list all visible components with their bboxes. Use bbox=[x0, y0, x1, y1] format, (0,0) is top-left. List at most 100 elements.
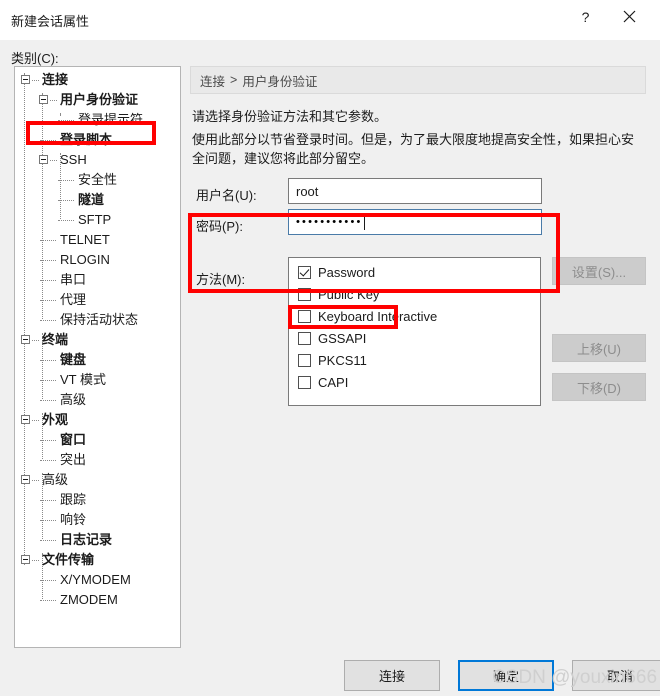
tree-item[interactable]: 用户身份验证 bbox=[60, 93, 138, 107]
tree-expander-icon[interactable] bbox=[21, 335, 30, 344]
checkbox-icon[interactable] bbox=[298, 332, 311, 345]
tree-connector bbox=[40, 140, 56, 141]
tree-item[interactable]: RLOGIN bbox=[60, 253, 110, 267]
tree-item[interactable]: 代理 bbox=[60, 293, 86, 307]
tree-item[interactable]: VT 模式 bbox=[60, 373, 106, 387]
tree-item[interactable]: 跟踪 bbox=[60, 493, 86, 507]
auth-method-row[interactable]: Keyboard Interactive bbox=[298, 308, 437, 325]
tree-expander-icon[interactable] bbox=[21, 555, 30, 564]
tree-connector bbox=[32, 80, 39, 81]
username-input[interactable]: root bbox=[288, 178, 542, 204]
tree-connector bbox=[40, 600, 56, 601]
description-line-2: 使用此部分以节省登录时间。但是，为了最大限度地提高安全性，如果担心安全问题，建议… bbox=[192, 132, 635, 166]
password-input[interactable]: ••••••••••• bbox=[288, 209, 542, 235]
tree-expander-icon[interactable] bbox=[39, 95, 48, 104]
tree-connector bbox=[32, 420, 39, 421]
tree-connector bbox=[40, 400, 56, 401]
tree-connector bbox=[40, 280, 56, 281]
tree-connector bbox=[40, 440, 56, 441]
tree-item[interactable]: 响铃 bbox=[60, 513, 86, 527]
tree-guide-line bbox=[42, 93, 43, 319]
tree-connector bbox=[58, 120, 74, 121]
tree-item[interactable]: 串口 bbox=[60, 273, 86, 287]
text-caret bbox=[363, 214, 365, 230]
auth-method-label: Password bbox=[318, 265, 376, 280]
auth-methods-list[interactable]: Password Public Key Keyboard Interactive GS… bbox=[288, 257, 541, 406]
tree-item[interactable]: 登录脚本 bbox=[60, 133, 112, 147]
tree-connector bbox=[40, 240, 56, 241]
tree-item[interactable]: 保持活动状态 bbox=[60, 313, 138, 327]
username-label: 用户名(U): bbox=[196, 188, 257, 203]
tree-item[interactable]: 窗口 bbox=[60, 433, 86, 447]
connect-button[interactable]: 连接 bbox=[344, 660, 440, 691]
move-up-button[interactable]: 上移(U) bbox=[552, 334, 646, 362]
tree-connector bbox=[58, 220, 74, 221]
auth-method-row[interactable]: Public Key bbox=[298, 286, 379, 303]
tree-connector bbox=[32, 560, 39, 561]
auth-method-row[interactable]: GSSAPI bbox=[298, 330, 366, 347]
breadcrumb-current: 用户身份验证 bbox=[242, 74, 318, 89]
tree-connector bbox=[50, 160, 57, 161]
auth-method-label: Public Key bbox=[318, 287, 380, 302]
tree-item[interactable]: 外观 bbox=[42, 413, 68, 427]
tree-item[interactable]: 文件传输 bbox=[42, 553, 94, 567]
dialog-body: 类别(C): 连接 用户身份验证 登录提示符 登录脚本 SSH 安全性 隧道 SFTP TELN… bbox=[0, 40, 660, 656]
auth-method-label: PKCS11 bbox=[318, 353, 367, 368]
breadcrumb: 连接 > 用户身份验证 bbox=[190, 66, 646, 94]
tree-item[interactable]: 隧道 bbox=[78, 193, 104, 207]
tree-item[interactable]: 高级 bbox=[42, 473, 68, 487]
tree-item[interactable]: 安全性 bbox=[78, 173, 117, 187]
checkbox-icon[interactable] bbox=[298, 288, 311, 301]
ok-button[interactable]: 确定 bbox=[458, 660, 554, 691]
checkbox-icon[interactable] bbox=[298, 376, 311, 389]
tree-item[interactable]: X/YMODEM bbox=[60, 573, 131, 587]
auth-method-row[interactable]: Password bbox=[298, 264, 375, 281]
tree-item[interactable]: SFTP bbox=[78, 213, 111, 227]
tree-connector bbox=[40, 500, 56, 501]
dialog-footer: 连接 确定 取消 bbox=[0, 656, 660, 696]
tree-expander-icon[interactable] bbox=[21, 75, 30, 84]
tree-item[interactable]: 终端 bbox=[42, 333, 68, 347]
tree-item[interactable]: ZMODEM bbox=[60, 593, 118, 607]
move-down-button[interactable]: 下移(D) bbox=[552, 373, 646, 401]
tree-connector bbox=[40, 380, 56, 381]
settings-button[interactable]: 设置(S)... bbox=[552, 257, 646, 285]
category-tree[interactable]: 连接用户身份验证登录提示符登录脚本 SSH 安全性隧道 SFTP TELNET RLOGI… bbox=[14, 66, 181, 648]
auth-method-row[interactable]: PKCS11 bbox=[298, 352, 367, 369]
title-bar: 新建会话属性 ? bbox=[0, 0, 660, 40]
help-button[interactable]: ? bbox=[563, 0, 608, 33]
tree-item[interactable]: 高级 bbox=[60, 393, 86, 407]
tree-connector bbox=[40, 540, 56, 541]
tree-guide-line bbox=[24, 73, 25, 565]
tree-connector bbox=[50, 100, 57, 101]
checkbox-checked-icon[interactable] bbox=[298, 266, 311, 279]
auth-method-label: Keyboard Interactive bbox=[318, 309, 438, 324]
tree-connector bbox=[32, 340, 39, 341]
cancel-button[interactable]: 取消 bbox=[572, 660, 660, 691]
tree-expander-icon[interactable] bbox=[39, 155, 48, 164]
tree-expander-icon[interactable] bbox=[21, 415, 30, 424]
close-icon[interactable] bbox=[607, 0, 652, 33]
tree-item[interactable]: 日志记录 bbox=[60, 533, 112, 547]
auth-method-label: CAPI bbox=[318, 375, 349, 390]
tree-item[interactable]: 连接 bbox=[42, 73, 68, 87]
tree-item[interactable]: TELNET bbox=[60, 233, 110, 247]
checkbox-icon[interactable] bbox=[298, 310, 311, 323]
tree-expander-icon[interactable] bbox=[21, 475, 30, 484]
tree-item[interactable]: 突出 bbox=[60, 453, 86, 467]
tree-item[interactable]: 键盘 bbox=[60, 353, 86, 367]
window-title: 新建会话属性 bbox=[11, 14, 90, 29]
method-label: 方法(M): bbox=[196, 272, 246, 287]
password-label: 密码(P): bbox=[196, 219, 243, 234]
tree-connector bbox=[58, 180, 74, 181]
checkbox-icon[interactable] bbox=[298, 354, 311, 367]
breadcrumb-separator: > bbox=[230, 73, 238, 87]
tree-guide-line bbox=[60, 113, 61, 115]
tree-item[interactable]: 登录提示符 bbox=[78, 113, 143, 127]
tree-connector bbox=[40, 460, 56, 461]
tree-item[interactable]: SSH bbox=[60, 153, 87, 167]
tree-connector bbox=[40, 320, 56, 321]
dialog-window: 新建会话属性 ? 类别(C): 连接 用户身份验证 登录提示符 登录脚本 SSH 安全性隧… bbox=[0, 0, 660, 696]
auth-method-row[interactable]: CAPI bbox=[298, 374, 348, 391]
breadcrumb-root[interactable]: 连接 bbox=[200, 71, 225, 90]
